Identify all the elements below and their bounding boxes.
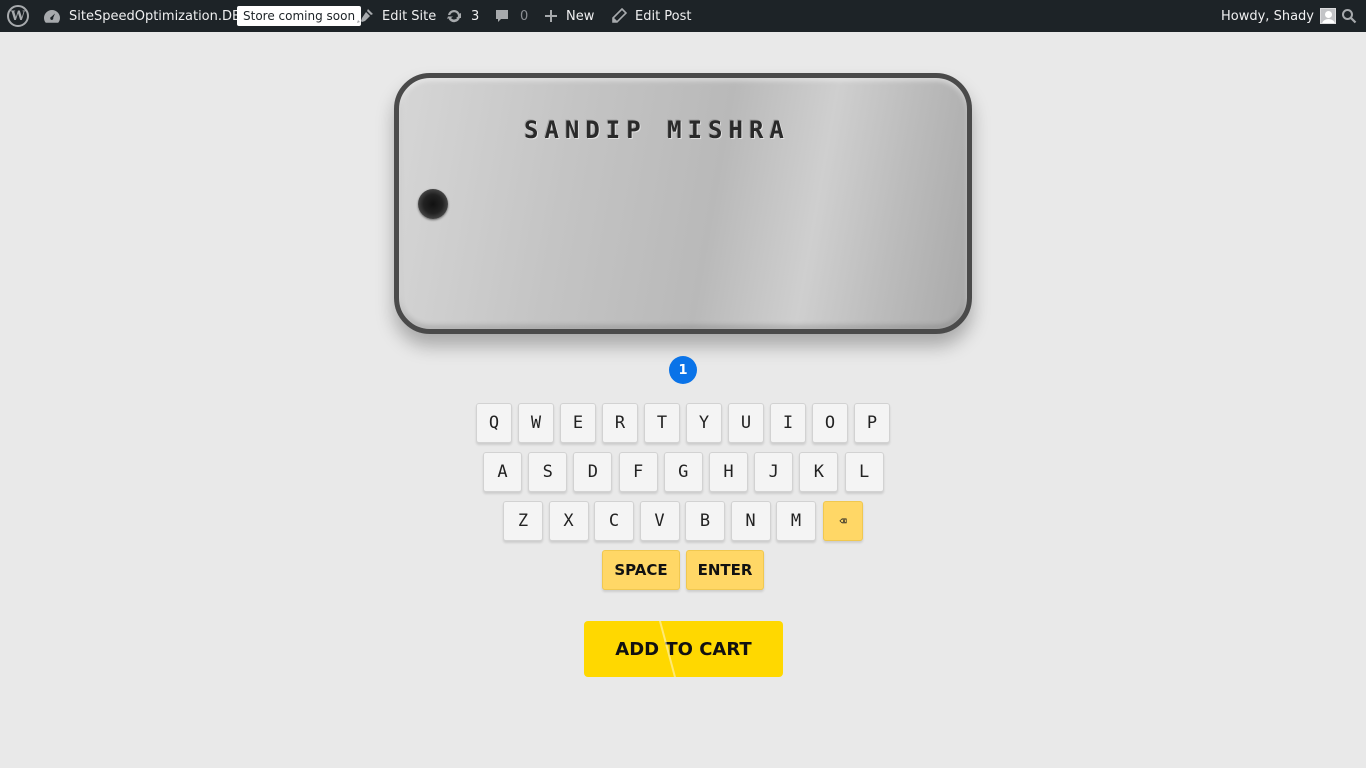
user-account-menu[interactable]: Howdy, Shady <box>1221 0 1336 32</box>
key-w[interactable]: W <box>518 403 554 443</box>
key-v[interactable]: V <box>639 501 680 541</box>
wordpress-icon: W <box>7 5 29 27</box>
space-key[interactable]: SPACE <box>602 550 680 590</box>
site-name: SiteSpeedOptimization.DEV <box>69 8 250 24</box>
add-to-cart-button[interactable]: ADD TO CART <box>584 621 783 677</box>
key-x[interactable]: X <box>548 501 589 541</box>
store-status-badge[interactable]: Store coming soon <box>237 0 362 32</box>
key-a[interactable]: A <box>483 452 522 492</box>
updates-count: 3 <box>471 8 480 24</box>
comments-count: 0 <box>520 8 529 24</box>
tag-hole <box>418 189 448 219</box>
key-f[interactable]: F <box>618 452 658 492</box>
key-u[interactable]: U <box>728 403 764 443</box>
key-e[interactable]: E <box>560 403 596 443</box>
brush-icon <box>356 8 374 24</box>
store-badge-label: Store coming soon <box>237 6 362 26</box>
key-r[interactable]: R <box>602 403 638 443</box>
key-h[interactable]: H <box>709 452 748 492</box>
dashboard-icon <box>43 8 61 24</box>
edit-post-label: Edit Post <box>635 8 692 24</box>
key-n[interactable]: N <box>730 501 771 541</box>
key-s[interactable]: S <box>528 452 568 492</box>
key-p[interactable]: P <box>854 403 890 443</box>
key-l[interactable]: L <box>844 452 884 492</box>
line-indicator[interactable]: 1 <box>669 356 697 384</box>
search-button[interactable] <box>1341 0 1357 32</box>
pencil-icon <box>611 8 627 24</box>
key-t[interactable]: T <box>644 403 680 443</box>
key-m[interactable]: M <box>776 501 816 541</box>
new-content-link[interactable]: New <box>544 0 594 32</box>
edit-site-label: Edit Site <box>382 8 437 24</box>
key-i[interactable]: I <box>770 403 806 443</box>
search-icon <box>1341 8 1357 24</box>
site-name-link[interactable]: SiteSpeedOptimization.DEV <box>43 0 249 32</box>
key-b[interactable]: B <box>685 501 725 541</box>
key-j[interactable]: J <box>754 452 794 492</box>
comment-icon <box>494 8 510 24</box>
edit-post-link[interactable]: Edit Post <box>611 0 692 32</box>
dog-tag-preview: SANDIP MISHRA <box>394 73 972 334</box>
enter-key[interactable]: ENTER <box>686 550 764 590</box>
key-k[interactable]: K <box>799 452 839 492</box>
plus-icon <box>544 9 558 23</box>
key-c[interactable]: C <box>594 501 634 541</box>
updates-link[interactable]: 3 <box>445 0 479 32</box>
new-label: New <box>566 8 595 24</box>
edit-site-link[interactable]: Edit Site <box>356 0 436 32</box>
key-y[interactable]: Y <box>686 403 722 443</box>
key-o[interactable]: O <box>812 403 848 443</box>
admin-bar: W SiteSpeedOptimization.DEV Store coming… <box>0 0 1366 32</box>
wordpress-logo-button[interactable]: W <box>7 0 29 32</box>
key-q[interactable]: Q <box>476 403 512 443</box>
greeting-text: Howdy, Shady <box>1221 8 1314 24</box>
key-d[interactable]: D <box>573 452 613 492</box>
key-g[interactable]: G <box>663 452 703 492</box>
backspace-key[interactable]: ⌫ <box>823 501 863 541</box>
avatar <box>1319 8 1336 24</box>
updates-icon <box>445 8 463 24</box>
comments-link[interactable]: 0 <box>494 0 528 32</box>
key-z[interactable]: Z <box>503 501 543 541</box>
engraved-text: SANDIP MISHRA <box>524 116 790 144</box>
